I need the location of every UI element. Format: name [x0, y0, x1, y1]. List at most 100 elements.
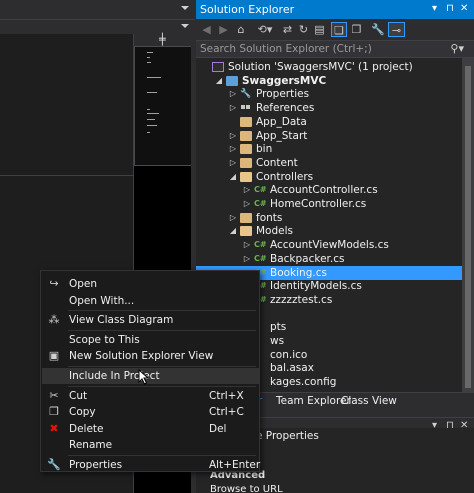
collapse-arrow-icon[interactable]: ◢	[228, 170, 238, 184]
expand-arrow-icon[interactable]: ▷	[242, 252, 252, 266]
search-input[interactable]: Search Solution Explorer (Ctrl+;)	[200, 43, 372, 55]
pin-icon[interactable]: ⊓	[446, 3, 454, 14]
editor-divider	[0, 175, 133, 176]
properties-wrench-icon[interactable]: 🔧	[371, 22, 385, 37]
tree-item-label: Solution 'SwaggersMVC' (1 project)	[228, 61, 413, 73]
menu-item-scope-to-this[interactable]: Scope to This	[42, 332, 259, 348]
tree-item-label: Properties	[256, 88, 310, 101]
copy-icon: ❐	[49, 405, 59, 419]
open-icon: ↪	[49, 277, 59, 290]
tree-scrollbar[interactable]	[462, 58, 474, 392]
minimap-line	[147, 113, 159, 114]
view-code-icon[interactable]: ❐	[350, 22, 363, 37]
menu-item-delete[interactable]: ✖ Delete Del	[42, 421, 259, 437]
menu-item-view-class-diagram[interactable]: ⁂ View Class Diagram	[42, 312, 259, 328]
split-handle[interactable]: ╪	[134, 33, 192, 46]
tree-item[interactable]: ▷ References	[196, 101, 462, 115]
show-all-files-icon[interactable]: ❏	[331, 22, 347, 37]
tree-item-label: Models	[256, 225, 293, 238]
menu-item-shortcut: Ctrl+C	[209, 406, 244, 419]
tree-item[interactable]: ◢ SwaggersMVC	[196, 74, 462, 88]
tree-item[interactable]: ◢ Controllers	[196, 170, 462, 184]
search-box[interactable]: Search Solution Explorer (Ctrl+;) ⚲▾	[196, 40, 474, 58]
tab-team-explorer[interactable]: Team Explorer	[276, 395, 351, 407]
tree-item[interactable]: ▷ C# HomeController.cs	[196, 197, 462, 211]
expand-arrow-icon[interactable]: ▷	[228, 156, 238, 170]
collapse-arrow-icon[interactable]: ◢	[214, 74, 224, 88]
collapse-all-icon[interactable]: ▤	[313, 22, 326, 37]
expand-arrow-icon[interactable]: ▷	[228, 101, 238, 115]
menu-item-cut[interactable]: ✂ Cut Ctrl+X	[42, 388, 259, 404]
wrench-icon: 🔧	[240, 89, 252, 100]
search-icon[interactable]: ⚲▾	[450, 42, 464, 55]
wrench-icon: 🔧	[47, 458, 61, 471]
expand-arrow-icon[interactable]: ▷	[228, 142, 238, 156]
scrollbar-thumb[interactable]	[465, 66, 471, 388]
folder-icon	[240, 212, 252, 223]
forward-icon[interactable]: ▶	[217, 22, 230, 37]
tree-item[interactable]: ▷ bin	[196, 142, 462, 156]
menu-item-rename[interactable]: Rename	[42, 437, 259, 453]
tab-class-view[interactable]: Class View	[341, 395, 397, 407]
menu-item-include-in-project[interactable]: Include In Project	[42, 368, 259, 384]
menu-item-label: New Solution Explorer View	[69, 350, 214, 363]
menu-item-new-solution-explorer-view[interactable]: ▣ New Solution Explorer View	[42, 348, 259, 364]
delete-icon: ✖	[49, 421, 59, 435]
menu-item-open-with[interactable]: Open With...	[42, 293, 259, 309]
tree-item-label: bal.asax	[270, 362, 314, 375]
chevron-down-icon[interactable]	[181, 6, 189, 10]
solution-explorer-title-bar: Solution Explorer ▾ ⊓ ✕	[196, 0, 474, 19]
tree-item[interactable]: ▷ App_Start	[196, 129, 462, 143]
expand-arrow-icon[interactable]: ▷	[242, 238, 252, 252]
expand-arrow-icon[interactable]: ▷	[242, 197, 252, 211]
minimap-line	[147, 109, 150, 110]
preview-selected-icon[interactable]: ⊸	[388, 22, 405, 37]
expand-arrow-icon[interactable]: ▷	[228, 211, 238, 225]
close-icon[interactable]: ✕	[460, 3, 468, 14]
menu-item-copy[interactable]: ❐ Copy Ctrl+C	[42, 404, 259, 420]
expand-arrow-icon[interactable]: ▷	[228, 129, 238, 143]
property-name: Browse to URL	[210, 484, 283, 493]
tree-item-label: Controllers	[256, 170, 314, 183]
tree-item[interactable]: ▷ C# Backpacker.cs	[196, 252, 462, 266]
chevron-down-icon[interactable]	[181, 24, 189, 28]
menu-separator	[68, 385, 256, 387]
tree-item-label: kages.config	[270, 376, 337, 389]
menu-item-shortcut: Alt+Enter	[209, 459, 261, 471]
menu-item-open[interactable]: ↪ Open	[42, 276, 259, 292]
tree-item[interactable]: Solution 'SwaggersMVC' (1 project)	[196, 60, 462, 74]
folder-icon	[240, 157, 252, 168]
pending-changes-filter-icon[interactable]: ⟲▾	[256, 22, 274, 37]
expand-arrow-icon[interactable]: ▷	[228, 87, 238, 101]
tree-item[interactable]: ▷ fonts	[196, 211, 462, 225]
tree-item[interactable]: ◢ Models	[196, 224, 462, 238]
tree-item-label: App_Start	[256, 129, 308, 142]
split-icon[interactable]: ╪	[159, 33, 166, 46]
tree-item-label: AccountViewModels.cs	[270, 239, 389, 252]
tree-item[interactable]: App_Data	[196, 115, 462, 129]
tree-item[interactable]: ▷ C# AccountViewModels.cs	[196, 238, 462, 252]
tree-item-label: IdentityModels.cs	[270, 280, 362, 293]
dropdown-icon[interactable]: ▾	[432, 3, 437, 14]
expand-arrow-icon[interactable]: ▷	[242, 183, 252, 197]
collapse-arrow-icon[interactable]: ◢	[228, 224, 238, 238]
tree-item-label: bin	[256, 143, 273, 156]
home-icon[interactable]: ⌂	[234, 22, 248, 37]
minimap-viewport[interactable]	[134, 46, 192, 166]
context-menu: ↪ Open Open With... ⁂ View Class Diagram Scop…	[40, 270, 260, 472]
tree-item-label: Booking.cs	[270, 266, 327, 279]
property-row[interactable]: Browse to URL	[196, 484, 474, 493]
tree-item[interactable]: ▷ Content	[196, 156, 462, 170]
minimap-line	[147, 119, 155, 120]
sync-icon[interactable]: ⇄	[281, 22, 294, 37]
refresh-icon[interactable]: ↻	[297, 22, 310, 37]
tree-item-label: Content	[256, 156, 298, 169]
minimap-line	[147, 132, 150, 133]
menu-item-properties[interactable]: 🔧 Properties Alt+Enter	[42, 457, 261, 473]
back-icon[interactable]: ◀	[200, 22, 213, 37]
tree-item[interactable]: ▷ C# AccountController.cs	[196, 183, 462, 197]
tree-item[interactable]: ▷ 🔧 Properties	[196, 87, 462, 101]
minimap-line	[147, 125, 157, 126]
menu-item-shortcut: Del	[209, 422, 227, 435]
menu-item-label: Scope to This	[69, 333, 140, 346]
